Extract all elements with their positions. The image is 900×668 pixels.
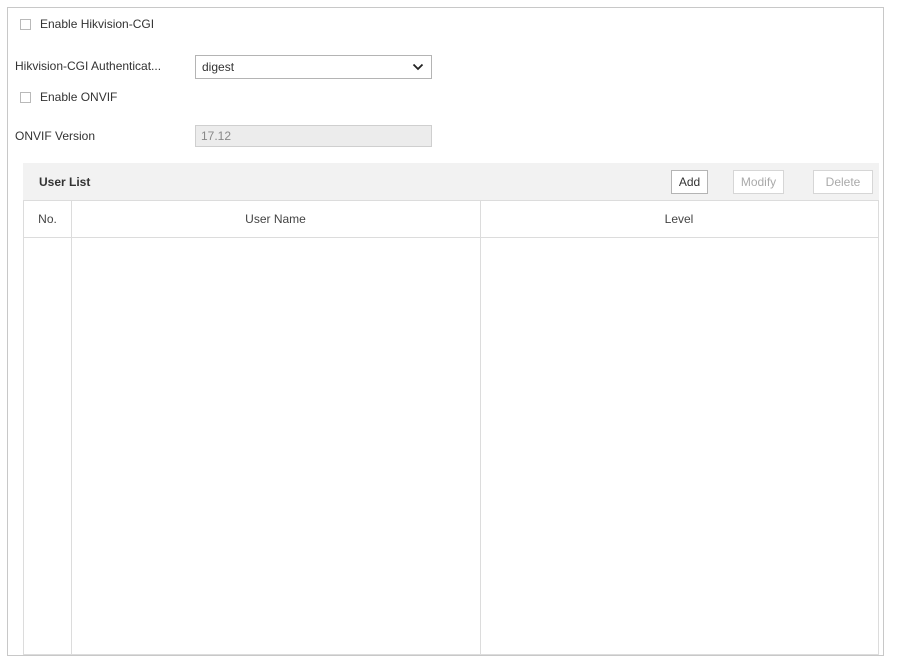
onvif-version-row: ONVIF Version (15, 129, 95, 143)
column-header-no: No. (38, 212, 57, 226)
enable-onvif-row: Enable ONVIF (20, 90, 117, 104)
enable-onvif-label: Enable ONVIF (40, 90, 118, 104)
cgi-auth-selected-value: digest (202, 60, 235, 74)
modify-user-button[interactable]: Modify (733, 170, 784, 194)
column-header-user-name: User Name (245, 212, 306, 226)
enable-onvif-checkbox[interactable] (20, 91, 31, 103)
chevron-down-icon (412, 63, 424, 71)
cgi-auth-row: Hikvision-CGI Authenticat... (15, 59, 161, 73)
add-user-button[interactable]: Add (671, 170, 708, 194)
cgi-auth-select[interactable]: digest (195, 55, 432, 79)
enable-cgi-row: Enable Hikvision-CGI (20, 17, 154, 31)
enable-cgi-label: Enable Hikvision-CGI (40, 17, 155, 31)
onvif-settings-panel: Enable Hikvision-CGI Hikvision-CGI Authe… (7, 7, 884, 656)
onvif-version-value: 17.12 (201, 129, 232, 143)
cgi-auth-label: Hikvision-CGI Authenticat... (15, 59, 162, 73)
user-list-header: User List Add Modify Delete (23, 163, 879, 200)
enable-cgi-checkbox[interactable] (20, 18, 31, 30)
onvif-version-field: 17.12 (195, 125, 432, 147)
onvif-version-label: ONVIF Version (15, 129, 96, 143)
column-divider (480, 201, 481, 654)
column-divider (71, 201, 72, 654)
user-table-header: No. User Name Level (24, 201, 878, 238)
delete-user-button[interactable]: Delete (813, 170, 873, 194)
user-table: No. User Name Level (23, 200, 879, 655)
user-list-title: User List (39, 175, 91, 189)
column-header-level: Level (664, 212, 694, 226)
